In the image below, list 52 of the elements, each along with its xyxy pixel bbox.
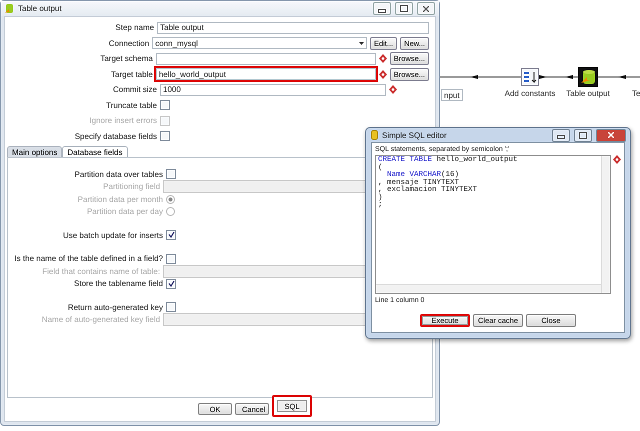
step-label: Te	[632, 89, 640, 98]
checkbox[interactable]	[166, 302, 176, 312]
field-label: Target table	[110, 70, 153, 79]
option-label: Field that contains name of table:	[41, 266, 160, 276]
checkbox[interactable]	[166, 278, 176, 289]
minimize-icon[interactable]	[552, 128, 570, 142]
vertical-scrollbar[interactable]	[601, 156, 610, 293]
field-label: Connection	[108, 38, 150, 48]
window-title: Simple SQL editor	[382, 130, 447, 140]
text-field[interactable]: hello_world_output	[156, 68, 376, 80]
window-title: Table output	[18, 4, 62, 13]
option-label: Partitioning field	[102, 182, 160, 192]
text-field[interactable]: Table output	[157, 22, 429, 34]
checkbox[interactable]	[166, 169, 176, 180]
text-field[interactable]	[156, 52, 376, 65]
option-label: Partition data per day	[86, 207, 163, 216]
field-label: Commit size	[112, 85, 157, 94]
step-label: nput	[441, 89, 463, 101]
tab[interactable]: Database fields	[62, 146, 128, 157]
database-step-icon[interactable]	[578, 67, 598, 87]
field-label: Truncate table	[105, 100, 157, 110]
step-label: Table output	[565, 89, 611, 98]
option-label: Partition data over tables	[74, 170, 163, 179]
maximize-icon[interactable]	[395, 2, 413, 15]
checkbox[interactable]	[166, 230, 176, 240]
field-label: Target schema	[99, 54, 153, 64]
minimize-icon[interactable]	[373, 2, 391, 15]
caret-icon[interactable]	[358, 42, 364, 45]
option-label: Store the tablename field	[73, 279, 163, 288]
constants-step-icon[interactable]	[521, 68, 539, 86]
option-label: Is the name of the table defined in a field?	[13, 254, 163, 264]
connection-dropdown[interactable]: conn_mysql	[152, 37, 367, 50]
horizontal-scrollbar[interactable]	[376, 284, 601, 293]
option-label: Return auto-generated key	[66, 302, 163, 312]
database-icon	[5, 3, 14, 14]
text-field[interactable]: 1000	[160, 84, 386, 96]
close-icon[interactable]	[596, 128, 626, 142]
variable-icon	[613, 155, 621, 164]
checkbox[interactable]	[166, 254, 176, 264]
option-label: Name of auto-generated key field	[40, 315, 160, 324]
step-label: Add constants	[504, 89, 556, 98]
checkbox[interactable]	[160, 131, 170, 142]
close-icon[interactable]	[417, 2, 435, 15]
database-icon	[371, 130, 378, 140]
checkbox[interactable]	[160, 100, 170, 110]
option-label: Use batch update for inserts	[62, 230, 163, 240]
field-label: Specify database fields	[74, 132, 157, 141]
field-label: Step name	[114, 23, 154, 32]
tab[interactable]: Main options	[7, 146, 62, 157]
maximize-icon[interactable]	[574, 128, 592, 142]
option-label: Partition data per month	[76, 194, 163, 204]
field-label: Ignore insert errors	[88, 116, 157, 126]
